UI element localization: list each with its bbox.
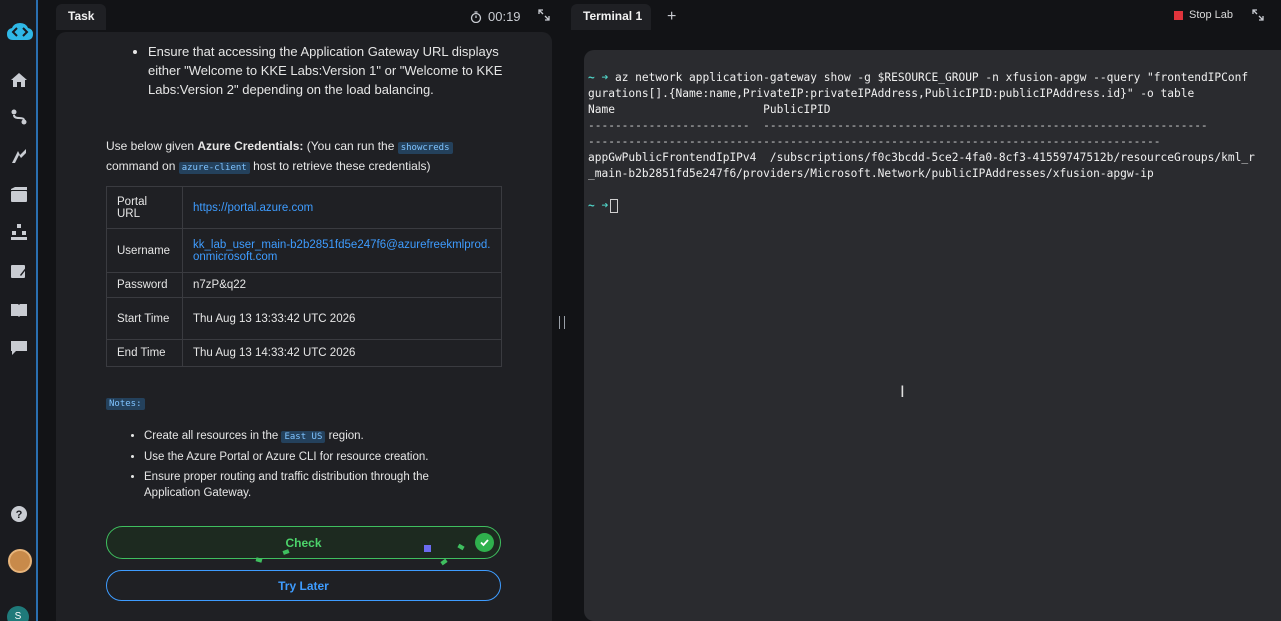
region-chip: East US — [281, 431, 326, 443]
terminal-cursor — [610, 199, 619, 213]
credentials-table: Portal URL https://portal.azure.com User… — [106, 186, 502, 367]
user-initial-badge[interactable]: S — [7, 606, 29, 621]
task-panel: Ensure that accessing the Application Ga… — [56, 32, 552, 621]
terminal-line: gurations[].{Name:name,PrivateIP:private… — [588, 87, 1195, 100]
left-nav-rail: ? S — [0, 0, 38, 621]
table-row: Username kk_lab_user_main-b2b2851fd5e247… — [106, 228, 502, 273]
add-tab-icon[interactable]: + — [667, 8, 676, 26]
labs-icon[interactable] — [9, 185, 29, 205]
username-value[interactable]: kk_lab_user_main-b2b2851fd5e247f6@azuref… — [182, 228, 502, 273]
timer-value: 00:19 — [488, 9, 521, 24]
table-cell: Start Time — [106, 297, 183, 340]
table-cell: End Time — [106, 339, 183, 367]
terminal-tab-bar: Terminal 1 + Stop Lab — [571, 0, 1281, 32]
terminal-output[interactable]: ~ ➜ az network application-gateway show … — [584, 50, 1281, 621]
confetti — [424, 545, 431, 552]
svg-text:?: ? — [16, 509, 23, 521]
table-row: Start Time Thu Aug 13 13:33:42 UTC 2026 — [106, 297, 502, 340]
library-icon[interactable] — [9, 300, 29, 320]
certification-icon[interactable] — [9, 222, 29, 242]
terminal-line: ~ ➜ az network application-gateway show … — [588, 71, 1249, 84]
requirements-list: Ensure that accessing the Application Ga… — [148, 42, 508, 102]
avatar[interactable] — [8, 549, 32, 573]
home-icon[interactable] — [9, 70, 29, 90]
portal-url-link[interactable]: https://portal.azure.com — [182, 186, 502, 229]
table-row: Password n7zP&q22 — [106, 272, 502, 298]
terminal-line: ------------------------ ---------------… — [588, 119, 1208, 132]
list-item: Create all resources in the East US regi… — [144, 428, 484, 445]
expand-icon[interactable] — [538, 9, 550, 21]
checkmark-icon — [475, 533, 494, 552]
routes-icon[interactable] — [9, 107, 29, 127]
stopwatch-icon — [470, 10, 482, 23]
table-cell: Password — [106, 272, 183, 298]
terminal-line: Name PublicIPID — [588, 103, 831, 116]
terminal-line: ----------------------------------------… — [588, 135, 1161, 148]
roadmap-icon[interactable] — [9, 146, 29, 166]
terminal-prompt-line: ~ ➜ — [588, 198, 619, 214]
check-button[interactable]: Check — [106, 526, 501, 559]
table-cell: Portal URL — [106, 186, 183, 229]
tab-task[interactable]: Task — [56, 4, 107, 30]
notes-list: Create all resources in the East US regi… — [144, 428, 484, 505]
table-row: Portal URL https://portal.azure.com — [106, 186, 502, 229]
task-tab-bar: Task 00:19 — [56, 0, 552, 32]
azure-client-chip: azure-client — [178, 162, 250, 174]
timer: 00:19 — [470, 9, 521, 24]
text-cursor-icon: I — [900, 382, 905, 401]
confetti — [255, 557, 263, 563]
table-cell: Thu Aug 13 13:33:42 UTC 2026 — [182, 297, 502, 340]
credentials-intro: Use below given Azure Credentials: (You … — [106, 137, 506, 177]
stop-icon — [1174, 10, 1183, 20]
stop-lab-button[interactable]: Stop Lab — [1174, 9, 1233, 21]
panel-resize-handle[interactable] — [559, 316, 565, 329]
notes-label: Notes: — [106, 398, 145, 410]
table-cell: Thu Aug 13 14:33:42 UTC 2026 — [182, 339, 502, 367]
tab-terminal-1[interactable]: Terminal 1 — [571, 4, 651, 30]
list-item: Ensure that accessing the Application Ga… — [148, 42, 508, 99]
terminal-line: appGwPublicFrontendIpIPv4 /subscriptions… — [588, 151, 1255, 164]
try-later-button[interactable]: Try Later — [106, 570, 501, 601]
expand-icon[interactable] — [1252, 9, 1264, 21]
help-icon[interactable]: ? — [9, 504, 29, 524]
list-item: Use the Azure Portal or Azure CLI for re… — [144, 449, 484, 465]
table-cell: Username — [106, 228, 183, 273]
showcreds-chip: showcreds — [397, 142, 453, 154]
table-row: End Time Thu Aug 13 14:33:42 UTC 2026 — [106, 339, 502, 367]
kodekloud-logo-icon[interactable] — [6, 22, 34, 44]
list-item: Ensure proper routing and traffic distri… — [144, 469, 484, 501]
chat-icon[interactable] — [9, 338, 29, 358]
confetti — [440, 558, 448, 566]
terminal-line: _main-b2b2851fd5e247f6/providers/Microso… — [588, 167, 1154, 180]
password-value[interactable]: n7zP&q22 — [182, 272, 502, 298]
notes-icon[interactable] — [9, 262, 29, 282]
